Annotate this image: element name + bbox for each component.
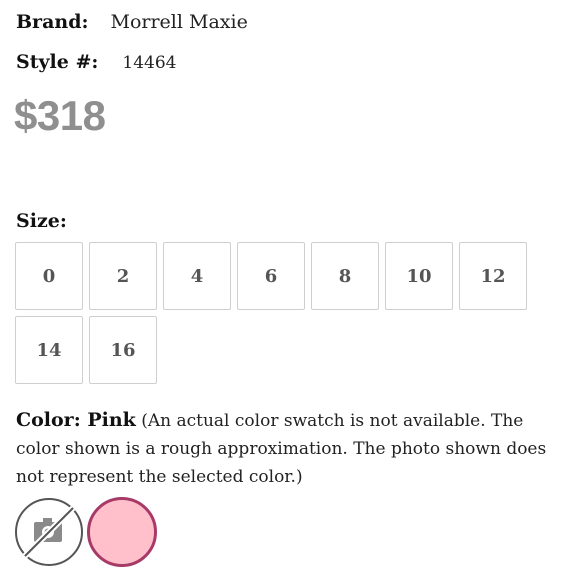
size-option-14[interactable]: 14	[15, 316, 83, 384]
color-description: Color: Pink (An actual color swatch is n…	[16, 406, 556, 491]
price: $318	[14, 92, 106, 139]
brand-label: Brand:	[16, 11, 89, 33]
size-option-12[interactable]: 12	[459, 242, 527, 310]
no-photo-swatch[interactable]	[15, 498, 83, 566]
brand-value: Morrell Maxie	[110, 11, 248, 33]
camera-off-icon	[22, 505, 76, 559]
size-option-6[interactable]: 6	[237, 242, 305, 310]
style-label: Style #:	[16, 51, 99, 73]
style-row: Style #: 14464	[16, 51, 177, 73]
size-option-10[interactable]: 10	[385, 242, 453, 310]
color-swatches	[15, 497, 161, 567]
size-option-8[interactable]: 8	[311, 242, 379, 310]
size-options: 0 2 4 6 8 10 12 14 16	[15, 242, 545, 390]
color-label: Color: Pink	[16, 409, 136, 431]
pink-color-swatch[interactable]	[87, 497, 157, 567]
brand-row: Brand: Morrell Maxie	[16, 11, 248, 33]
size-option-4[interactable]: 4	[163, 242, 231, 310]
size-option-0[interactable]: 0	[15, 242, 83, 310]
size-option-2[interactable]: 2	[89, 242, 157, 310]
size-label: Size:	[16, 210, 67, 232]
style-value: 14464	[122, 53, 177, 73]
size-option-16[interactable]: 16	[89, 316, 157, 384]
